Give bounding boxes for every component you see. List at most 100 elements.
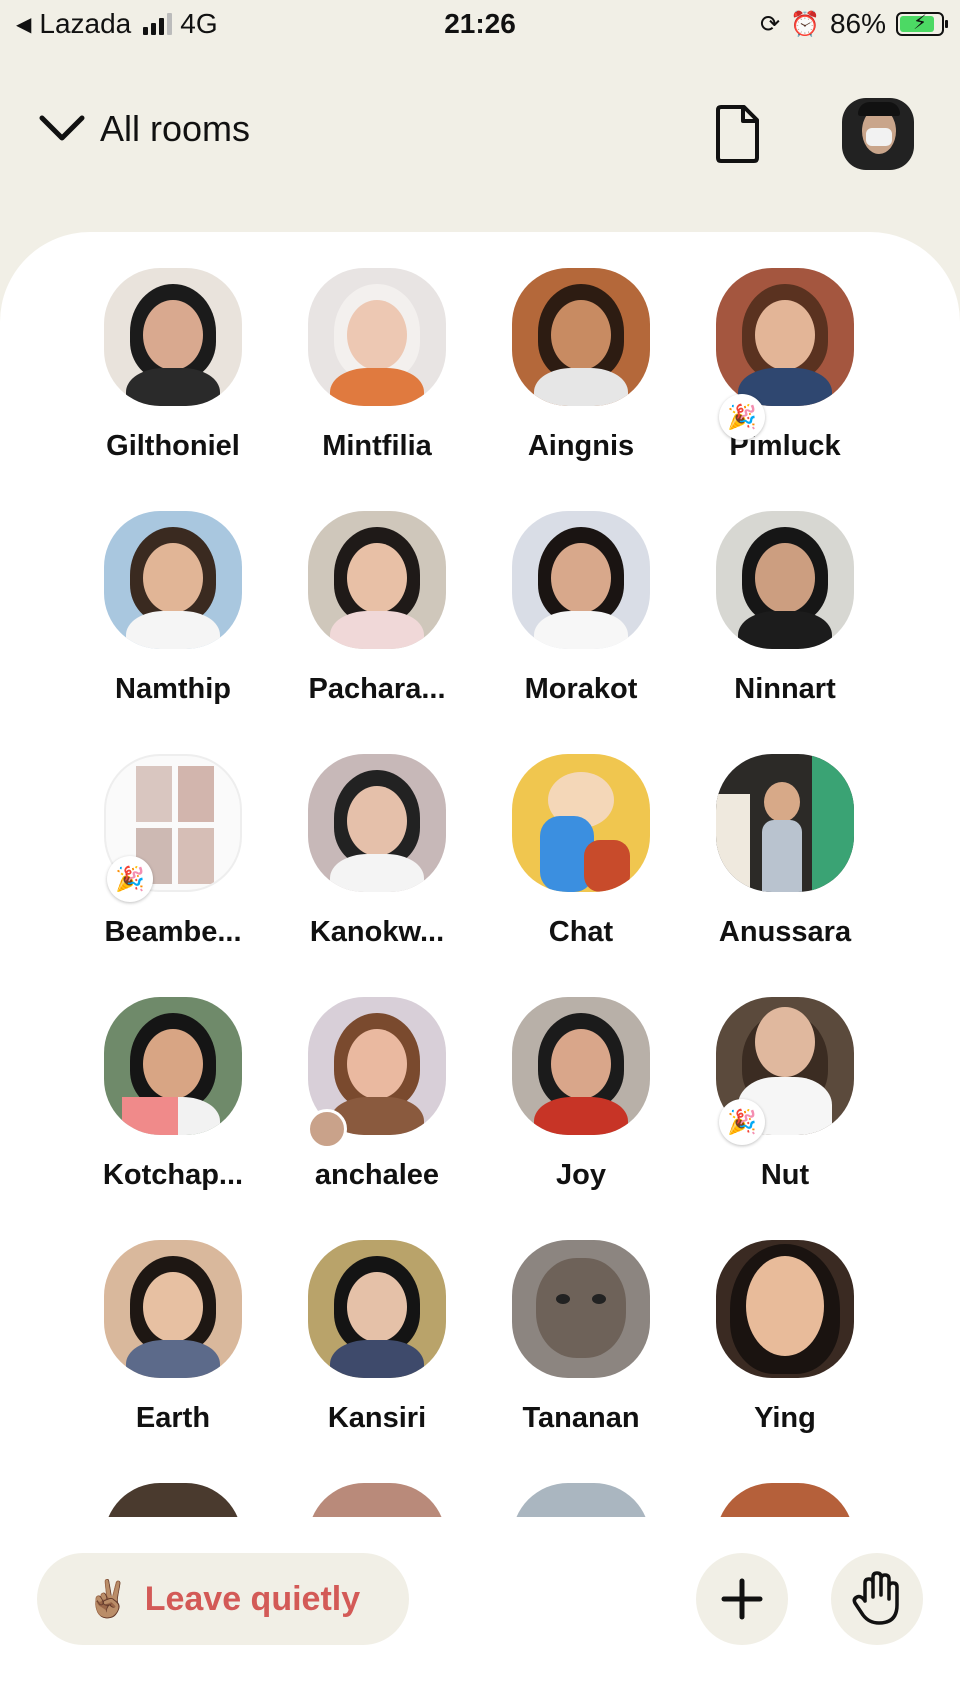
person-name: Pimluck — [729, 430, 841, 462]
person-avatar — [716, 1483, 854, 1517]
battery-icon: ⚡ — [896, 12, 948, 36]
wall — [716, 794, 750, 892]
person-name: Kotchap... — [102, 1159, 244, 1191]
person-avatar — [716, 268, 854, 406]
person-tile[interactable]: anchalee — [277, 997, 477, 1192]
person-avatar — [104, 997, 242, 1135]
avatar-body — [534, 368, 628, 406]
person-name: Mintfilia — [322, 430, 432, 462]
document-button[interactable] — [712, 104, 762, 164]
person-tile[interactable]: Earth — [73, 1240, 273, 1435]
header: All rooms — [0, 90, 960, 180]
document-icon — [716, 105, 759, 163]
avatar-face — [764, 782, 800, 822]
person-tile[interactable]: Mintfilia — [277, 268, 477, 463]
person-tile[interactable]: 🎉 Beambe... — [73, 754, 273, 949]
secondary-avatar — [307, 1109, 347, 1149]
avatar-body — [330, 611, 424, 649]
orientation-lock-icon: ⟳ — [759, 10, 781, 38]
avatar-face — [551, 300, 611, 370]
person-avatar — [512, 754, 650, 892]
avatar-face — [143, 300, 203, 370]
person-tile[interactable]: Gilthoniel — [73, 268, 273, 463]
person-name: Tananan — [522, 1402, 640, 1434]
person-tile[interactable]: Pachara... — [277, 511, 477, 706]
person-avatar — [308, 511, 446, 649]
photo-strip — [178, 766, 214, 822]
person-tile[interactable] — [685, 1483, 885, 1517]
add-button[interactable] — [696, 1553, 788, 1645]
photo-strip — [136, 766, 172, 822]
cat-eye — [556, 1294, 570, 1304]
avatar-face — [143, 1029, 203, 1099]
person-tile[interactable]: Anussara — [685, 754, 885, 949]
avatar-face — [551, 543, 611, 613]
person-name: Gilthoniel — [106, 430, 240, 462]
person-name: Earth — [135, 1402, 211, 1434]
person-avatar — [104, 268, 242, 406]
avatar-face — [347, 1272, 407, 1342]
avatar-body — [126, 1340, 220, 1378]
person-avatar — [308, 1483, 446, 1517]
person-avatar — [716, 511, 854, 649]
status-right: ⟳ ⏰ 86% ⚡ — [759, 8, 948, 40]
all-rooms-dropdown[interactable]: All rooms — [38, 108, 250, 150]
avatar-face — [755, 1007, 815, 1077]
person-avatar — [512, 511, 650, 649]
avatar-face — [347, 1029, 407, 1099]
person-name: Joy — [556, 1159, 606, 1191]
avatar-body — [738, 611, 832, 649]
person-name: Chat — [548, 916, 614, 948]
person-tile[interactable]: Kotchap... — [73, 997, 273, 1192]
person-tile[interactable] — [277, 1483, 477, 1517]
person-tile[interactable]: Morakot — [481, 511, 681, 706]
person-tile[interactable]: Tananan — [481, 1240, 681, 1435]
victory-hand-icon: ✌🏽 — [85, 1578, 131, 1619]
leave-quietly-button[interactable]: ✌🏽 Leave quietly — [37, 1553, 409, 1645]
person-avatar — [308, 1240, 446, 1378]
avatar-face — [746, 1256, 824, 1356]
party-popper-badge-icon: 🎉 — [719, 1099, 765, 1145]
person-avatar — [716, 754, 854, 892]
person-name: Ying — [754, 1402, 816, 1434]
page-title: All rooms — [100, 108, 251, 149]
person-avatar — [512, 997, 650, 1135]
party-popper-badge-icon: 🎉 — [107, 856, 153, 902]
avatar-face — [347, 786, 407, 856]
person-tile[interactable]: Kansiri — [277, 1240, 477, 1435]
sign-board — [812, 754, 854, 892]
person-avatar — [104, 511, 242, 649]
avatar-face — [551, 1029, 611, 1099]
person-tile[interactable]: Ying — [685, 1240, 885, 1435]
person-tile[interactable] — [73, 1483, 273, 1517]
person-avatar — [104, 1483, 242, 1517]
person-tile[interactable]: Ninnart — [685, 511, 885, 706]
avatar-face — [755, 300, 815, 370]
charging-bolt-icon: ⚡ — [912, 12, 928, 34]
avatar-body — [126, 611, 220, 649]
person-tile[interactable]: Namthip — [73, 511, 273, 706]
avatar-face — [347, 543, 407, 613]
avatar-hair — [858, 102, 900, 116]
person-tile[interactable]: 🎉 Pimluck — [685, 268, 885, 463]
battery-percent: 86% — [829, 8, 886, 39]
alarm-icon: ⏰ — [790, 10, 820, 38]
person-tile[interactable]: Chat — [481, 754, 681, 949]
avatar-body — [330, 1340, 424, 1378]
raise-hand-button[interactable] — [831, 1553, 923, 1645]
person-name: Ninnart — [734, 673, 836, 705]
cat-eye — [592, 1294, 606, 1304]
person-avatar — [104, 1240, 242, 1378]
status-bar: ◀ Lazada 4G 21:26 ⟳ ⏰ 86% ⚡ — [0, 0, 960, 50]
person-tile[interactable] — [481, 1483, 681, 1517]
person-tile[interactable]: Joy — [481, 997, 681, 1192]
pink-box — [122, 1097, 178, 1135]
person-name: Pachara... — [308, 673, 446, 705]
raised-hand-icon — [852, 1571, 899, 1625]
person-name: Kanokw... — [309, 916, 445, 948]
person-tile[interactable]: 🎉 Nut — [685, 997, 885, 1192]
person-tile[interactable]: Aingnis — [481, 268, 681, 463]
profile-avatar[interactable] — [842, 98, 914, 170]
avatar-mask — [866, 128, 892, 146]
person-tile[interactable]: Kanokw... — [277, 754, 477, 949]
